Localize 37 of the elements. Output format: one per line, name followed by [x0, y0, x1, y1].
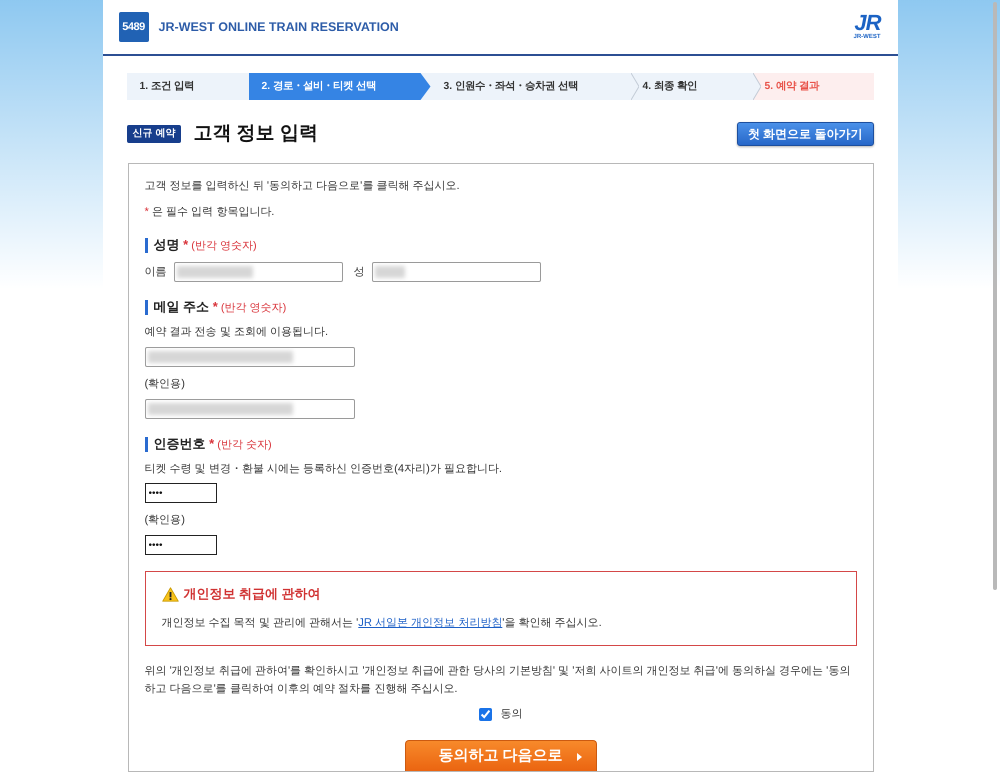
field-label: (확인용)	[144, 513, 186, 528]
input-field[interactable]	[174, 262, 342, 282]
service-logo: 5489	[118, 12, 148, 42]
agree-label: 동의	[500, 707, 522, 722]
privacy-notice-title: 개인정보 취급에 관하여	[184, 585, 321, 603]
field-label: 이름	[144, 265, 166, 280]
input-field[interactable]	[372, 262, 540, 282]
field-description: 예약 결과 전송 및 조회에 이용됩니다.	[144, 325, 330, 340]
warning-icon	[162, 586, 178, 602]
section-heading: 인증번호 * (반각 숫자)	[144, 437, 856, 452]
progress-step: 5. 예약 결과	[760, 73, 874, 100]
privacy-notice-text: 개인정보 수집 목적 및 관리에 관해서는 'JR 서일본 개인정보 처리방침'을 확인해 주십시오.	[162, 616, 603, 631]
progress-step: 3. 인원수・좌석・승차권 선택	[430, 73, 630, 100]
progress-step: 4. 최종 확인	[638, 73, 752, 100]
field-description: 티켓 수령 및 변경・환불 시에는 등록하신 인증번호(4자리)가 필요합니다.	[144, 462, 504, 477]
required-legend: * 은 필수 입력 항목입니다.	[144, 204, 856, 220]
agree-checkbox[interactable]	[478, 708, 492, 720]
pin-field[interactable]: ••••	[144, 483, 216, 503]
input-field[interactable]	[144, 399, 354, 419]
caret-right-icon	[576, 753, 582, 761]
site-title: JR-WEST ONLINE TRAIN RESERVATION	[158, 18, 399, 36]
progress-step: 1. 조건 입력	[126, 73, 248, 100]
intro-text: 고객 정보를 입력하신 뒤 '동의하고 다음으로'를 클릭해 주십시오.	[144, 179, 461, 194]
back-to-home-button[interactable]: 첫 화면으로 돌아가기	[736, 122, 874, 146]
section-heading: 메일 주소 * (반각 영숫자)	[144, 300, 856, 315]
field-label: (확인용)	[144, 377, 186, 392]
brand-logo: JR	[854, 13, 880, 33]
new-reservation-badge: 신규 예약	[126, 125, 182, 143]
section-heading: 성명 * (반각 영숫자)	[144, 238, 856, 253]
consent-text: 위의 '개인정보 취급에 관하여'를 확인하시고 '개인정보 취급에 관한 당사의 기본방침' 및 '저희 사이트의 개인정보 취급'에 동의하실 경우에는 '동의하고 다음으로'를 클릭하여 이후의 예약 절차를 진행해 주십시오.	[144, 664, 852, 697]
page-title: 고객 정보 입력	[193, 122, 318, 146]
scrollbar-thumb[interactable]	[993, 2, 997, 590]
privacy-policy-link[interactable]: JR 서일본 개인정보 처리방침	[358, 617, 502, 629]
field-label: 성	[354, 265, 364, 280]
input-field[interactable]	[144, 347, 354, 367]
pin-field[interactable]: ••••	[144, 535, 216, 555]
progress-step: 2. 경로・설비・티켓 선택	[248, 73, 430, 100]
